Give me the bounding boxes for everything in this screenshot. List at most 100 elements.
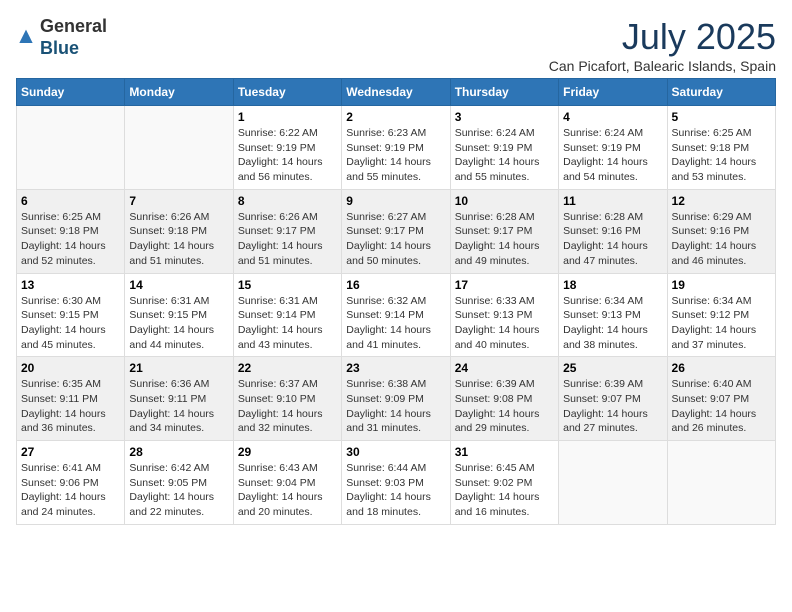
- day-number: 12: [672, 194, 771, 208]
- day-number: 16: [346, 278, 445, 292]
- calendar-cell: 7 Sunrise: 6:26 AMSunset: 9:18 PMDaylight…: [125, 189, 233, 273]
- day-info: Sunrise: 6:45 AMSunset: 9:02 PMDaylight:…: [455, 461, 554, 520]
- day-number: 18: [563, 278, 662, 292]
- calendar-cell: 14 Sunrise: 6:31 AMSunset: 9:15 PMDayligh…: [125, 273, 233, 357]
- calendar-cell: 15 Sunrise: 6:31 AMSunset: 9:14 PMDayligh…: [233, 273, 341, 357]
- day-info: Sunrise: 6:27 AMSunset: 9:17 PMDaylight:…: [346, 210, 445, 269]
- logo-general: General: [40, 16, 107, 36]
- calendar-cell: 12Sunrise: 6:29 AMSunset: 9:16 PMDayligh…: [667, 189, 775, 273]
- calendar-cell: 31 Sunrise: 6:45 AMSunset: 9:02 PMDayligh…: [450, 441, 558, 525]
- day-info: Sunrise: 6:24 AMSunset: 9:19 PMDaylight:…: [455, 126, 554, 185]
- calendar-cell: 28 Sunrise: 6:42 AMSunset: 9:05 PMDayligh…: [125, 441, 233, 525]
- day-info: Sunrise: 6:40 AMSunset: 9:07 PMDaylight:…: [672, 377, 771, 436]
- day-info: Sunrise: 6:33 AMSunset: 9:13 PMDaylight:…: [455, 294, 554, 353]
- day-number: 3: [455, 110, 554, 124]
- day-info: Sunrise: 6:31 AMSunset: 9:15 PMDaylight:…: [129, 294, 228, 353]
- calendar-cell: 16 Sunrise: 6:32 AMSunset: 9:14 PMDayligh…: [342, 273, 450, 357]
- title-section: July 2025 Can Picafort, Balearic Islands…: [549, 16, 776, 74]
- day-info: Sunrise: 6:34 AMSunset: 9:13 PMDaylight:…: [563, 294, 662, 353]
- calendar-cell: 22Sunrise: 6:37 AMSunset: 9:10 PMDayligh…: [233, 357, 341, 441]
- day-number: 21: [129, 361, 228, 375]
- weekday-header: Thursday: [450, 79, 558, 106]
- day-info: Sunrise: 6:23 AMSunset: 9:19 PMDaylight:…: [346, 126, 445, 185]
- calendar-table: SundayMondayTuesdayWednesdayThursdayFrid…: [16, 78, 776, 525]
- calendar-header-row: SundayMondayTuesdayWednesdayThursdayFrid…: [17, 79, 776, 106]
- calendar-cell: 19Sunrise: 6:34 AMSunset: 9:12 PMDayligh…: [667, 273, 775, 357]
- calendar-cell: 13 Sunrise: 6:30 AMSunset: 9:15 PMDayligh…: [17, 273, 125, 357]
- weekday-header: Tuesday: [233, 79, 341, 106]
- day-info: Sunrise: 6:22 AMSunset: 9:19 PMDaylight:…: [238, 126, 337, 185]
- day-info: Sunrise: 6:28 AMSunset: 9:16 PMDaylight:…: [563, 210, 662, 269]
- calendar-cell: 2 Sunrise: 6:23 AMSunset: 9:19 PMDaylight…: [342, 106, 450, 190]
- calendar-cell: 30Sunrise: 6:44 AMSunset: 9:03 PMDayligh…: [342, 441, 450, 525]
- calendar-week-row: 6 Sunrise: 6:25 AMSunset: 9:18 PMDaylight…: [17, 189, 776, 273]
- day-number: 15: [238, 278, 337, 292]
- weekday-header: Wednesday: [342, 79, 450, 106]
- calendar-week-row: 27 Sunrise: 6:41 AMSunset: 9:06 PMDayligh…: [17, 441, 776, 525]
- calendar-cell: 27 Sunrise: 6:41 AMSunset: 9:06 PMDayligh…: [17, 441, 125, 525]
- calendar-cell: 5 Sunrise: 6:25 AMSunset: 9:18 PMDaylight…: [667, 106, 775, 190]
- day-number: 9: [346, 194, 445, 208]
- calendar-cell: 17 Sunrise: 6:33 AMSunset: 9:13 PMDayligh…: [450, 273, 558, 357]
- calendar-cell: 24 Sunrise: 6:39 AMSunset: 9:08 PMDayligh…: [450, 357, 558, 441]
- calendar-cell: 18 Sunrise: 6:34 AMSunset: 9:13 PMDayligh…: [559, 273, 667, 357]
- day-info: Sunrise: 6:41 AMSunset: 9:06 PMDaylight:…: [21, 461, 120, 520]
- day-number: 20: [21, 361, 120, 375]
- calendar-cell: 6 Sunrise: 6:25 AMSunset: 9:18 PMDaylight…: [17, 189, 125, 273]
- day-number: 26: [672, 361, 771, 375]
- day-number: 25: [563, 361, 662, 375]
- day-number: 27: [21, 445, 120, 459]
- weekday-header: Monday: [125, 79, 233, 106]
- day-number: 19: [672, 278, 771, 292]
- day-number: 31: [455, 445, 554, 459]
- day-info: Sunrise: 6:28 AMSunset: 9:17 PMDaylight:…: [455, 210, 554, 269]
- day-info: Sunrise: 6:30 AMSunset: 9:15 PMDaylight:…: [21, 294, 120, 353]
- calendar-week-row: 20Sunrise: 6:35 AMSunset: 9:11 PMDayligh…: [17, 357, 776, 441]
- day-number: 17: [455, 278, 554, 292]
- weekday-header: Saturday: [667, 79, 775, 106]
- day-number: 23: [346, 361, 445, 375]
- day-number: 7: [129, 194, 228, 208]
- weekday-header: Friday: [559, 79, 667, 106]
- day-number: 1: [238, 110, 337, 124]
- calendar-cell: 10 Sunrise: 6:28 AMSunset: 9:17 PMDayligh…: [450, 189, 558, 273]
- calendar-cell: [559, 441, 667, 525]
- day-info: Sunrise: 6:39 AMSunset: 9:07 PMDaylight:…: [563, 377, 662, 436]
- page-header: General Blue July 2025 Can Picafort, Bal…: [16, 16, 776, 74]
- day-info: Sunrise: 6:31 AMSunset: 9:14 PMDaylight:…: [238, 294, 337, 353]
- day-number: 6: [21, 194, 120, 208]
- weekday-header: Sunday: [17, 79, 125, 106]
- calendar-cell: 8Sunrise: 6:26 AMSunset: 9:17 PMDaylight…: [233, 189, 341, 273]
- day-number: 10: [455, 194, 554, 208]
- logo-icon: [16, 28, 36, 48]
- calendar-cell: 20Sunrise: 6:35 AMSunset: 9:11 PMDayligh…: [17, 357, 125, 441]
- calendar-cell: 11 Sunrise: 6:28 AMSunset: 9:16 PMDayligh…: [559, 189, 667, 273]
- day-info: Sunrise: 6:38 AMSunset: 9:09 PMDaylight:…: [346, 377, 445, 436]
- day-number: 29: [238, 445, 337, 459]
- location: Can Picafort, Balearic Islands, Spain: [549, 58, 776, 74]
- day-info: Sunrise: 6:39 AMSunset: 9:08 PMDaylight:…: [455, 377, 554, 436]
- calendar-cell: 21Sunrise: 6:36 AMSunset: 9:11 PMDayligh…: [125, 357, 233, 441]
- day-number: 13: [21, 278, 120, 292]
- day-info: Sunrise: 6:32 AMSunset: 9:14 PMDaylight:…: [346, 294, 445, 353]
- day-info: Sunrise: 6:37 AMSunset: 9:10 PMDaylight:…: [238, 377, 337, 436]
- day-info: Sunrise: 6:25 AMSunset: 9:18 PMDaylight:…: [21, 210, 120, 269]
- day-info: Sunrise: 6:42 AMSunset: 9:05 PMDaylight:…: [129, 461, 228, 520]
- day-number: 11: [563, 194, 662, 208]
- logo-text: General Blue: [40, 16, 107, 59]
- day-info: Sunrise: 6:26 AMSunset: 9:17 PMDaylight:…: [238, 210, 337, 269]
- day-info: Sunrise: 6:25 AMSunset: 9:18 PMDaylight:…: [672, 126, 771, 185]
- day-info: Sunrise: 6:43 AMSunset: 9:04 PMDaylight:…: [238, 461, 337, 520]
- day-number: 24: [455, 361, 554, 375]
- day-number: 28: [129, 445, 228, 459]
- day-info: Sunrise: 6:26 AMSunset: 9:18 PMDaylight:…: [129, 210, 228, 269]
- day-number: 2: [346, 110, 445, 124]
- day-number: 14: [129, 278, 228, 292]
- day-info: Sunrise: 6:24 AMSunset: 9:19 PMDaylight:…: [563, 126, 662, 185]
- calendar-cell: 3 Sunrise: 6:24 AMSunset: 9:19 PMDaylight…: [450, 106, 558, 190]
- day-number: 5: [672, 110, 771, 124]
- calendar-cell: 23 Sunrise: 6:38 AMSunset: 9:09 PMDayligh…: [342, 357, 450, 441]
- logo: General Blue: [16, 16, 107, 59]
- calendar-cell: 9 Sunrise: 6:27 AMSunset: 9:17 PMDaylight…: [342, 189, 450, 273]
- day-number: 30: [346, 445, 445, 459]
